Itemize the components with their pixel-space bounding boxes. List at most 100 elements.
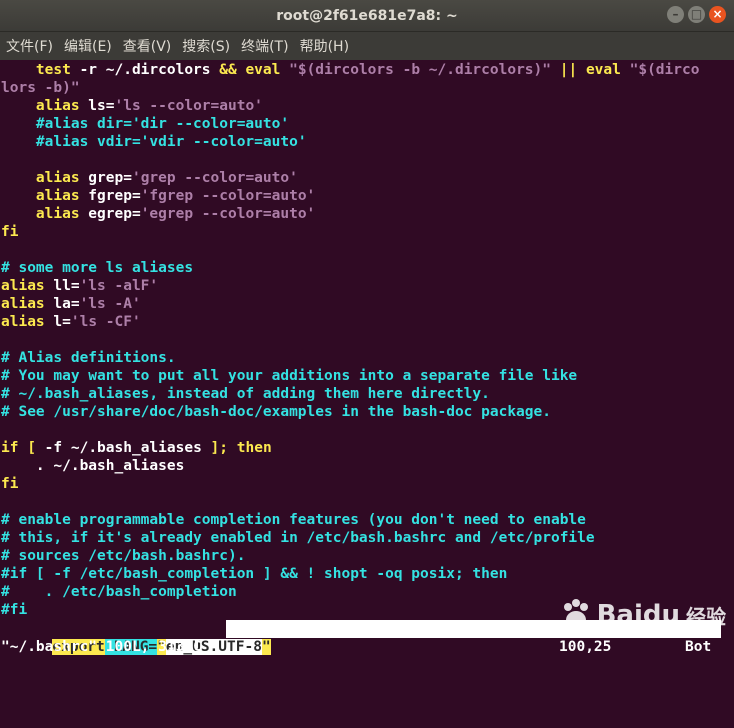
menu-bar: 文件(F) 编辑(E) 查看(V) 搜索(S) 终端(T) 帮助(H) (0, 32, 734, 60)
code-line: . ~/.bash_aliases (1, 457, 734, 475)
code-token: eval (585, 62, 621, 78)
code-token: la= (44, 296, 80, 312)
code-token: alias (1, 296, 45, 312)
code-line: # this, if it's already enabled in /etc/… (1, 529, 734, 547)
code-token: l= (44, 314, 71, 330)
code-line: #alias vdir='vdir --color=auto' (1, 133, 734, 151)
code-token: 'ls -alF' (79, 278, 159, 294)
code-token: ls= (79, 98, 115, 114)
code-line: alias egrep='egrep --color=auto' (1, 205, 734, 223)
code-token: [ (27, 440, 36, 456)
code-token: 'ls -CF' (70, 314, 141, 330)
code-token: if (1, 440, 19, 456)
code-token: "$(dirco (629, 62, 700, 78)
code-token: ll= (44, 278, 80, 294)
title-bar[interactable]: root@2f61e681e7a8: ~ – □ × (0, 0, 734, 32)
code-line: # sources /etc/bash.bashrc). (1, 547, 734, 565)
code-token: 'ls -A' (79, 296, 141, 312)
maximize-button[interactable]: □ (688, 6, 705, 23)
code-line: test -r ~/.dircolors && eval "$(dircolor… (1, 61, 734, 79)
code-token: . ~/.bash_aliases (1, 458, 185, 474)
code-line: alias grep='grep --color=auto' (1, 169, 734, 187)
menu-search[interactable]: 搜索(S) (182, 36, 230, 56)
code-line: # Alias definitions. (1, 349, 734, 367)
code-token: 'ls --color=auto' (114, 98, 263, 114)
code-token: egrep= (79, 206, 141, 222)
code-token: alias (1, 314, 45, 330)
terminal-window: root@2f61e681e7a8: ~ – □ × 文件(F) 编辑(E) 查… (0, 0, 734, 656)
code-line: # You may want to put all your additions… (1, 367, 734, 385)
menu-file[interactable]: 文件(F) (6, 36, 53, 56)
code-line: # ~/.bash_aliases, instead of adding the… (1, 385, 734, 403)
code-token: # this, if it's already enabled in /etc/… (1, 530, 595, 546)
code-token: 'grep --color=auto' (131, 170, 298, 186)
vim-command-line: "~/.bashrc" 100L, 3132C 100,25 Bot (0, 638, 734, 656)
code-token: -r ~/.dircolors (70, 62, 220, 78)
code-line: fi (1, 223, 734, 241)
code-token: && (219, 62, 237, 78)
code-token: -f ~/.bash_aliases (35, 440, 211, 456)
code-token: # You may want to put all your additions… (1, 368, 578, 384)
code-token: test (35, 62, 71, 78)
code-line: alias ls='ls --color=auto' (1, 97, 734, 115)
code-token: #alias vdir='vdir --color=auto' (35, 134, 307, 150)
code-line: # some more ls aliases (1, 259, 734, 277)
menu-terminal[interactable]: 终端(T) (241, 36, 288, 56)
code-line: alias fgrep='fgrep --color=auto' (1, 187, 734, 205)
menu-edit[interactable]: 编辑(E) (64, 36, 112, 56)
code-line: fi (1, 475, 734, 493)
code-line: #if [ -f /etc/bash_completion ] && ! sho… (1, 565, 734, 583)
code-token: || (559, 62, 578, 78)
code-token: then (236, 440, 272, 456)
paw-icon (563, 599, 588, 629)
code-line: alias ll='ls -alF' (1, 277, 734, 295)
code-token: # . /etc/bash_completion (1, 584, 237, 600)
minimize-button[interactable]: – (667, 6, 684, 23)
code-token: grep= (79, 170, 132, 186)
close-button[interactable]: × (709, 6, 726, 23)
code-token: # ~/.bash_aliases, instead of adding the… (1, 386, 490, 402)
terminal-area[interactable]: test -r ~/.dircolors && eval "$(dircolor… (0, 61, 734, 656)
code-token: alias (35, 170, 80, 186)
code-token: 'egrep --color=auto' (140, 206, 316, 222)
code-line: # See /usr/share/doc/bash-doc/examples i… (1, 403, 734, 421)
code-line: #alias dir='dir --color=auto' (1, 115, 734, 133)
code-token: "$(dircolors -b ~/.dircolors)" (289, 62, 552, 78)
code-token: # Alias definitions. (1, 350, 176, 366)
file-info: "~/.bashrc" 100L, 3132C (1, 639, 202, 655)
baidu-watermark: Baidu 经验 (559, 598, 726, 632)
editor-buffer[interactable]: test -r ~/.dircolors && eval "$(dircolor… (0, 61, 734, 619)
watermark-brand: Baidu (596, 600, 680, 630)
code-token: alias (35, 206, 80, 222)
code-token: fi (1, 224, 19, 240)
cursor-position: 100,25 (559, 639, 612, 655)
code-token: #if [ -f /etc/bash_completion ] && ! sho… (1, 566, 508, 582)
code-line: # enable programmable completion feature… (1, 511, 734, 529)
watermark-suffix: 经验 (686, 604, 726, 629)
window-controls: – □ × (667, 6, 726, 23)
code-line: lors -b)" (1, 79, 734, 97)
code-token: alias (1, 278, 45, 294)
menu-view[interactable]: 查看(V) (123, 36, 172, 56)
code-token: alias (35, 98, 80, 114)
menu-help[interactable]: 帮助(H) (300, 36, 349, 56)
code-token: # See /usr/share/doc/bash-doc/examples i… (1, 404, 551, 420)
code-token: eval (245, 62, 281, 78)
